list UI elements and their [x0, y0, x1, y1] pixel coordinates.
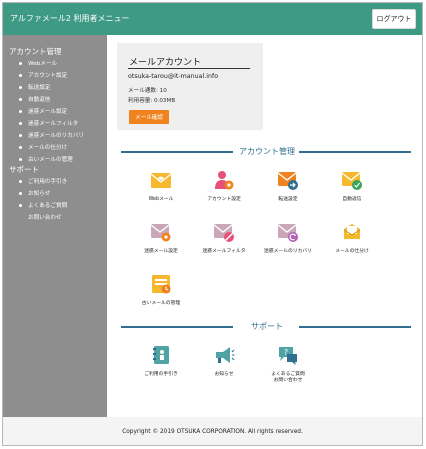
spam-filter-icon	[213, 224, 234, 242]
tile-news[interactable]: お知らせ	[192, 344, 256, 392]
sidebar-item-forward[interactable]: 転送設定	[19, 83, 50, 91]
sidebar-item-faq[interactable]: よくあるご質問	[19, 201, 67, 209]
sidebar-item-old-mail[interactable]: 古いメールの管理	[19, 155, 73, 163]
tile-label: お知らせ	[214, 372, 234, 377]
sidebar-item-mail-sorting[interactable]: メールの仕分け	[19, 143, 67, 151]
tile-spam-recovery[interactable]: 迷惑メールのリカバリ	[256, 221, 320, 269]
app-frame: アルファメール2 利用者メニュー ログアウト アカウント管理 Webメール アカ…	[2, 2, 423, 446]
copyright-text: Copyright © 2019 OTSUKA CORPORATION. All…	[122, 429, 303, 435]
tile-webmail[interactable]: Webメール	[129, 169, 193, 217]
storage-usage: 利用容量: 0.03MB	[128, 98, 176, 104]
sidebar-item-label: 自動返信	[28, 97, 51, 103]
bullet-icon	[19, 121, 22, 125]
sidebar-item-label: 古いメールの管理	[28, 157, 73, 163]
tile-label: アカウント設定	[207, 197, 241, 202]
sidebar-item-label: 迷惑メール設定	[28, 109, 68, 115]
bullet-icon	[19, 109, 22, 113]
tile-faq-contact[interactable]: ? よくあるご質問 お問い合わせ	[256, 344, 320, 392]
tile-label: 迷惑メール設定	[144, 249, 178, 254]
sidebar-item-spam-settings[interactable]: 迷惑メール設定	[19, 107, 67, 115]
sidebar-item-guide[interactable]: ご利用の手引き	[19, 177, 67, 185]
tile-label: Webメール	[148, 197, 174, 202]
tile-old-mail[interactable]: 古いメールの管理	[129, 273, 193, 321]
account-card: メールアカウント otsuka-tarou@it-manual.info メール…	[117, 43, 263, 130]
sidebar-item-label: お知らせ	[28, 191, 51, 197]
tile-label: 迷惑メールのリカバリ	[264, 249, 312, 254]
tile-spam-filter[interactable]: 迷惑メールフィルタ	[192, 221, 256, 269]
sidebar-item-label: メールの仕分け	[28, 145, 68, 151]
contact-label: お問い合わせ	[273, 378, 303, 383]
tile-label: ご利用の手引き	[144, 372, 178, 377]
header-bar: アルファメール2 利用者メニュー ログアウト	[3, 3, 422, 35]
spam-settings-icon	[150, 224, 171, 242]
account-card-title: メールアカウント	[129, 58, 202, 68]
auto-reply-icon	[341, 172, 362, 190]
sidebar-item-news[interactable]: お知らせ	[19, 189, 50, 197]
footer: Copyright © 2019 OTSUKA CORPORATION. All…	[3, 417, 422, 445]
account-settings-icon	[215, 171, 234, 190]
account-email: otsuka-tarou@it-manual.info	[128, 73, 219, 80]
sidebar-item-label: Webメール	[28, 61, 57, 67]
sidebar-item-spam-recovery[interactable]: 迷惑メールのリカバリ	[19, 131, 84, 139]
bullet-icon	[19, 61, 22, 65]
logout-button[interactable]: ログアウト	[372, 9, 416, 29]
sidebar-item-webmail[interactable]: Webメール	[19, 59, 57, 67]
tile-label: 古いメールの管理	[141, 301, 181, 306]
webmail-icon	[150, 173, 172, 188]
sidebar-item-account-settings[interactable]: アカウント設定	[19, 71, 67, 79]
tile-label: 自動返信	[342, 197, 362, 202]
sidebar: アカウント管理 Webメール アカウント設定 転送設定 自動返信 迷惑メール設定…	[3, 35, 107, 417]
bullet-icon	[19, 157, 22, 161]
guide-book-icon	[153, 346, 169, 364]
bullet-icon	[19, 191, 22, 195]
old-mail-icon	[152, 275, 171, 294]
tile-label: 迷惑メールフィルタ	[202, 249, 246, 254]
megaphone-icon	[216, 347, 235, 363]
sidebar-item-label: 迷惑メールフィルタ	[28, 121, 79, 127]
sidebar-item-label: 転送設定	[28, 85, 51, 91]
tile-label: メールの仕分け	[335, 249, 369, 254]
tile-label: よくあるご質問 お問い合わせ	[271, 372, 305, 384]
sidebar-item-label: お問い合わせ	[28, 215, 62, 221]
tile-account-settings[interactable]: アカウント設定	[192, 169, 256, 217]
mail-sorting-icon	[343, 224, 361, 239]
section-divider-right	[299, 151, 411, 153]
tile-mail-sorting[interactable]: メールの仕分け	[320, 221, 384, 269]
forward-settings-icon	[277, 172, 298, 190]
sidebar-item-auto-reply[interactable]: 自動返信	[19, 95, 50, 103]
sidebar-item-label: よくあるご質問	[28, 203, 68, 209]
bullet-icon	[19, 85, 22, 89]
sidebar-item-spam-filter[interactable]: 迷惑メールフィルタ	[19, 119, 78, 127]
sidebar-heading-account: アカウント管理	[9, 47, 62, 56]
faq-label: よくあるご質問	[271, 372, 305, 377]
mail-count: メール通数: 10	[128, 88, 167, 94]
section-divider-right	[299, 326, 411, 328]
tile-guide[interactable]: ご利用の手引き	[129, 344, 193, 392]
app-title: アルファメール2 利用者メニュー	[10, 14, 130, 23]
faq-chat-icon: ?	[279, 347, 297, 365]
bullet-icon	[19, 133, 22, 137]
bullet-icon	[19, 179, 22, 183]
tile-forward-settings[interactable]: 転送設定	[256, 169, 320, 217]
section-divider-left	[121, 326, 233, 328]
tile-label: 転送設定	[278, 197, 298, 202]
spam-recovery-icon	[277, 224, 298, 242]
bullet-icon	[19, 203, 22, 207]
sidebar-item-label: アカウント設定	[28, 73, 68, 79]
section-title-account: アカウント管理	[239, 147, 295, 156]
tile-auto-reply[interactable]: 自動返信	[320, 169, 384, 217]
sidebar-item-label: ご利用の手引き	[28, 179, 68, 185]
sidebar-item-label: 迷惑メールのリカバリ	[28, 133, 84, 139]
section-divider-left	[121, 151, 233, 153]
bullet-icon	[19, 73, 22, 77]
section-title-support: サポート	[251, 322, 283, 331]
tile-spam-settings[interactable]: 迷惑メール設定	[129, 221, 193, 269]
main-content: メールアカウント otsuka-tarou@it-manual.info メール…	[107, 35, 422, 417]
bullet-icon	[19, 145, 22, 149]
bullet-icon	[19, 97, 22, 101]
check-mail-button[interactable]: メール確認	[129, 110, 169, 124]
account-card-divider	[128, 68, 250, 69]
sidebar-item-contact[interactable]: お問い合わせ	[28, 213, 62, 221]
sidebar-heading-support: サポート	[9, 165, 39, 174]
